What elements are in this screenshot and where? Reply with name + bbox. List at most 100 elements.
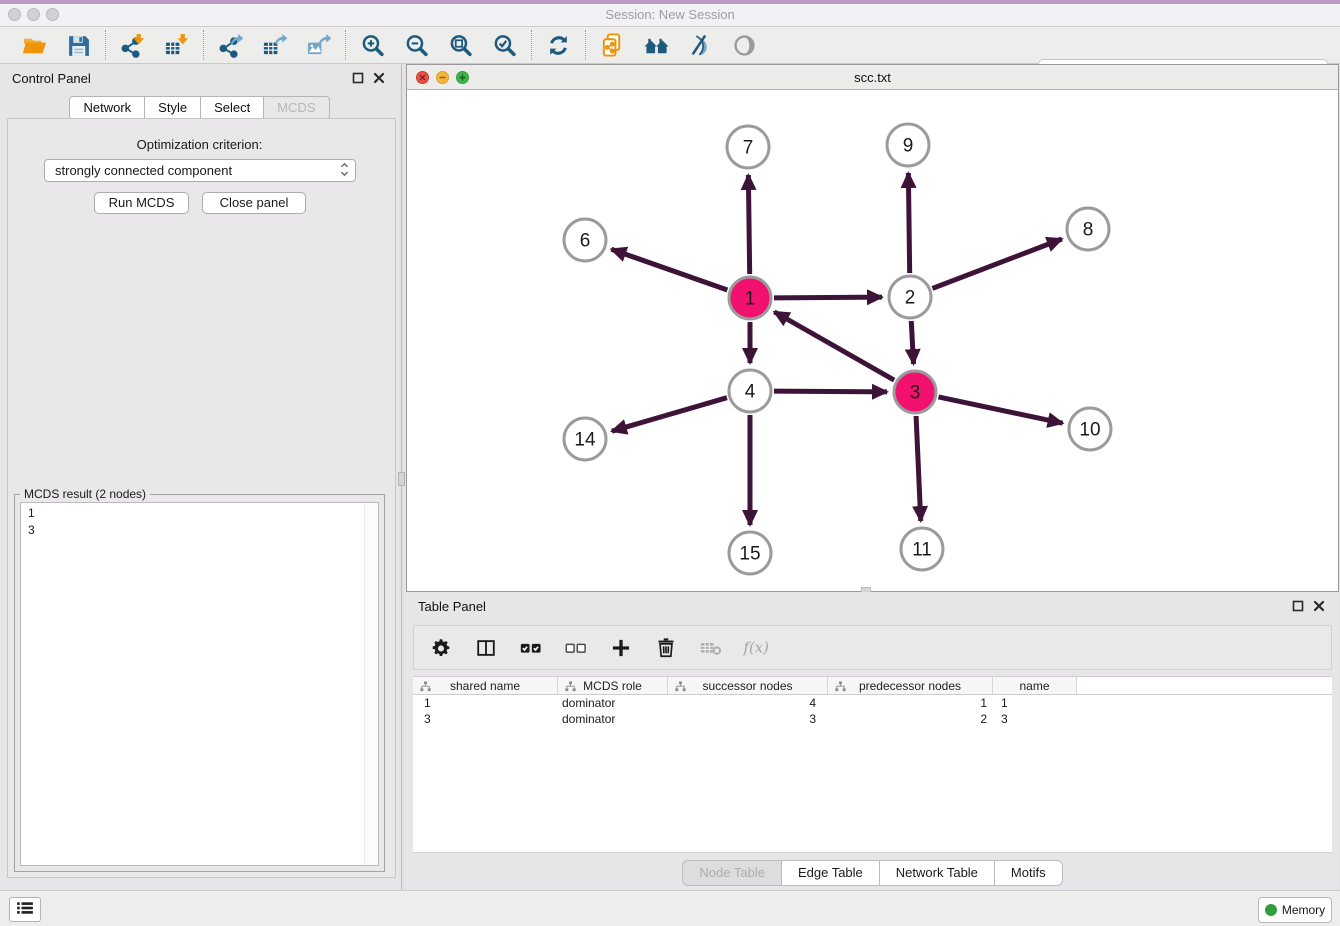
titlebar-accent-strip	[0, 0, 1340, 4]
table-cell[interactable]: dominator	[558, 711, 668, 727]
tab-edge-table[interactable]: Edge Table	[781, 860, 880, 886]
table-cell[interactable]: 3	[993, 711, 1077, 727]
home-icon[interactable]	[643, 32, 670, 59]
select-stepper-icon	[340, 162, 349, 180]
tab-mcds[interactable]: MCDS	[263, 96, 329, 120]
export-table-icon[interactable]	[261, 32, 288, 59]
window-title: Session: New Session	[0, 7, 1340, 22]
table-panel-title: Table Panel	[418, 599, 486, 614]
select-all-icon[interactable]	[517, 634, 545, 662]
vertical-splitter-handle[interactable]	[398, 472, 405, 486]
float-panel-icon[interactable]	[352, 72, 364, 84]
tab-network[interactable]: Network	[69, 96, 145, 120]
mcds-result-scrollbar[interactable]	[364, 503, 378, 865]
edge-1-6[interactable]	[611, 249, 727, 290]
zoom-in-icon[interactable]	[359, 32, 386, 59]
node-3[interactable]: 3	[894, 371, 936, 413]
node-label: 4	[745, 382, 756, 403]
column-sort-icon	[420, 681, 431, 692]
tab-motifs[interactable]: Motifs	[994, 860, 1063, 886]
eye-icon[interactable]	[731, 32, 758, 59]
table-cell[interactable]: 3	[668, 711, 828, 727]
close-panel-button[interactable]: Close panel	[202, 192, 306, 214]
zoom-selected-icon[interactable]	[491, 32, 518, 59]
node-14[interactable]: 14	[564, 418, 606, 460]
table-cell[interactable]: 1	[828, 695, 993, 711]
edge-2-3[interactable]	[911, 321, 913, 364]
column-header-successor-nodes[interactable]: successor nodes	[668, 677, 828, 694]
zoom-out-icon[interactable]	[403, 32, 430, 59]
export-image-icon[interactable]	[305, 32, 332, 59]
column-header-name[interactable]: name	[993, 677, 1077, 694]
column-header-label: successor nodes	[702, 679, 792, 693]
edge-4-3[interactable]	[774, 391, 887, 392]
close-table-panel-icon[interactable]	[1313, 600, 1325, 612]
node-15[interactable]: 15	[729, 532, 771, 574]
mcds-result-text[interactable]: 13	[20, 502, 379, 866]
table-panel: Table Panel f(x) shared nameMCDS role suc…	[406, 592, 1339, 890]
edge-4-14[interactable]	[612, 398, 727, 431]
table-row[interactable]: 1dominator411	[413, 695, 1332, 711]
edge-3-1[interactable]	[774, 312, 894, 380]
import-network-icon[interactable]	[119, 32, 146, 59]
svg-text:f(x): f(x)	[743, 639, 770, 656]
table-cell[interactable]: 1	[993, 695, 1077, 711]
optimization-criterion-label: Optimization criterion:	[0, 137, 399, 152]
hide-graphics-icon[interactable]	[687, 32, 714, 59]
table-cell[interactable]: 4	[668, 695, 828, 711]
edge-3-11[interactable]	[916, 416, 921, 521]
save-icon[interactable]	[65, 32, 92, 59]
tab-select[interactable]: Select	[200, 96, 264, 120]
deselect-all-icon[interactable]	[562, 634, 590, 662]
edge-1-7[interactable]	[748, 175, 749, 274]
node-11[interactable]: 11	[901, 528, 943, 570]
network-window-titlebar: scc.txt	[407, 65, 1338, 90]
clone-network-icon[interactable]	[599, 32, 626, 59]
close-panel-icon[interactable]	[373, 72, 385, 84]
node-8[interactable]: 8	[1067, 208, 1109, 250]
node-7[interactable]: 7	[727, 126, 769, 168]
node-6[interactable]: 6	[564, 219, 606, 261]
column-header-predecessor-nodes[interactable]: predecessor nodes	[828, 677, 993, 694]
node-label: 7	[743, 138, 754, 159]
split-panel-icon[interactable]	[472, 634, 500, 662]
edge-1-2[interactable]	[774, 297, 882, 298]
export-network-icon[interactable]	[217, 32, 244, 59]
table-cell[interactable]: 3	[413, 711, 558, 727]
delete-icon[interactable]	[652, 634, 680, 662]
table-row[interactable]: 3dominator323	[413, 711, 1332, 727]
zoom-fit-icon[interactable]	[447, 32, 474, 59]
edge-2-9[interactable]	[908, 173, 909, 273]
import-table-icon[interactable]	[163, 32, 190, 59]
mcds-result-box: MCDS result (2 nodes) 13	[14, 494, 385, 872]
memory-button[interactable]: Memory	[1258, 897, 1332, 923]
tab-node-table[interactable]: Node Table	[682, 860, 782, 886]
mcds-result-lines: 13	[28, 505, 378, 539]
tab-network-table[interactable]: Network Table	[879, 860, 995, 886]
node-9[interactable]: 9	[887, 124, 929, 166]
edge-2-8[interactable]	[932, 239, 1061, 288]
task-history-button[interactable]	[9, 897, 41, 922]
column-header-mcds-role[interactable]: MCDS role	[558, 677, 668, 694]
network-canvas[interactable]: 1 2 3 4 6 7 8 9 10 11 14 15	[407, 90, 1338, 591]
criterion-select[interactable]: strongly connected component	[44, 159, 356, 182]
column-header-label: predecessor nodes	[859, 679, 961, 693]
edge-3-10[interactable]	[938, 397, 1062, 423]
table-cell[interactable]: dominator	[558, 695, 668, 711]
node-2[interactable]: 2	[889, 276, 931, 318]
node-1[interactable]: 1	[729, 277, 771, 319]
refresh-icon[interactable]	[545, 32, 572, 59]
run-mcds-button[interactable]: Run MCDS	[94, 192, 189, 214]
table-cell[interactable]: 1	[413, 695, 558, 711]
tab-style[interactable]: Style	[144, 96, 201, 120]
delete-table-icon	[697, 634, 725, 662]
column-header-shared-name[interactable]: shared name	[413, 677, 558, 694]
node-10[interactable]: 10	[1069, 408, 1111, 450]
add-icon[interactable]	[607, 634, 635, 662]
table-cell[interactable]: 2	[828, 711, 993, 727]
gear-icon[interactable]	[427, 634, 455, 662]
float-table-panel-icon[interactable]	[1292, 600, 1304, 612]
window-titlebar: Session: New Session	[0, 0, 1340, 27]
node-4[interactable]: 4	[729, 370, 771, 412]
open-folder-icon[interactable]	[21, 32, 48, 59]
